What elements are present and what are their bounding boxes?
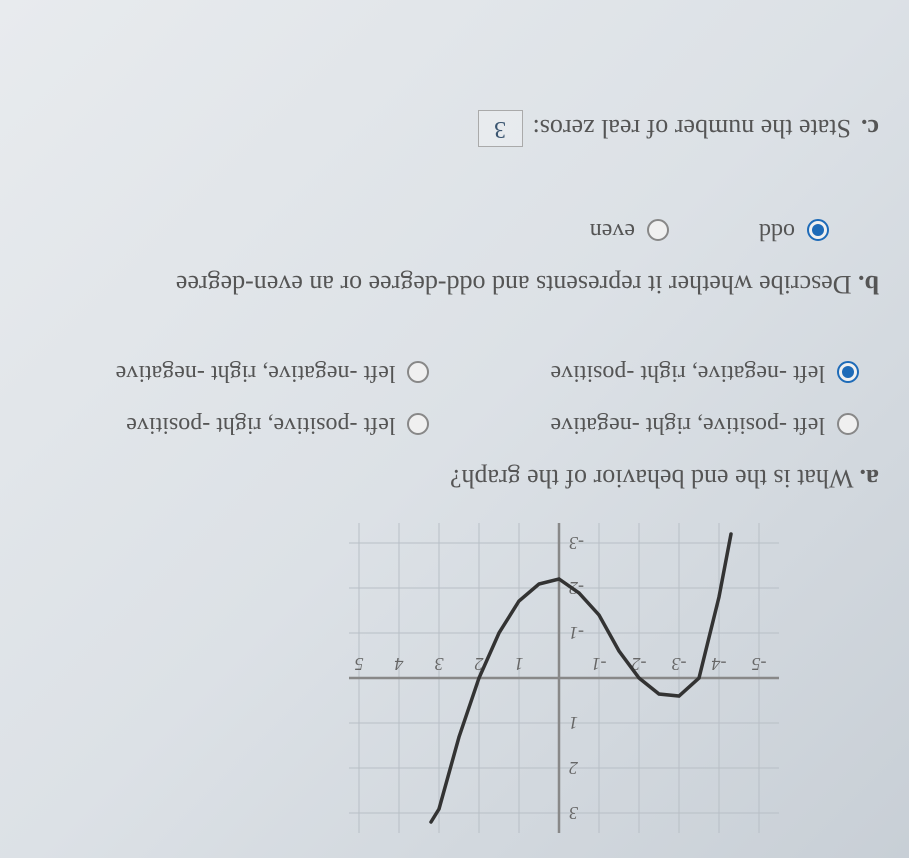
question-c-line: c. State the number of real zeros: 3 bbox=[30, 110, 879, 147]
svg-text:3: 3 bbox=[435, 654, 445, 674]
svg-text:5: 5 bbox=[355, 654, 364, 674]
question-c: c. State the number of real zeros: 3 bbox=[30, 110, 879, 147]
option-label: left -negative, right -negative bbox=[116, 359, 396, 386]
svg-text:-5: -5 bbox=[752, 654, 767, 674]
question-a-label: a. bbox=[860, 464, 880, 493]
option-label: odd bbox=[759, 217, 795, 244]
question-a-text: a. What is the end behavior of the graph… bbox=[30, 463, 879, 493]
option-left-pos-right-pos[interactable]: left -positive, right -positive bbox=[30, 411, 430, 438]
option-even[interactable]: even bbox=[590, 217, 669, 244]
question-a-prompt: What is the end behavior of the graph? bbox=[450, 464, 854, 493]
option-label: even bbox=[590, 217, 635, 244]
svg-text:-1: -1 bbox=[592, 654, 607, 674]
svg-text:2: 2 bbox=[569, 758, 578, 778]
question-c-label: c. bbox=[861, 114, 879, 144]
svg-text:3: 3 bbox=[569, 803, 579, 823]
option-label: left -positive, right -negative bbox=[550, 411, 825, 438]
radio-icon bbox=[837, 414, 859, 436]
svg-text:1: 1 bbox=[569, 713, 578, 733]
svg-text:-3: -3 bbox=[569, 533, 584, 553]
question-a-options: left -positive, right -negative left -po… bbox=[30, 359, 859, 438]
option-left-neg-right-pos[interactable]: left -negative, right -positive bbox=[460, 359, 860, 386]
question-c-prompt: State the number of real zeros: bbox=[533, 114, 851, 144]
question-b: b. Describe whether it represents and od… bbox=[30, 217, 879, 299]
option-odd[interactable]: odd bbox=[759, 217, 829, 244]
option-label: left -positive, right -positive bbox=[126, 411, 395, 438]
svg-text:1: 1 bbox=[515, 654, 524, 674]
radio-icon bbox=[837, 362, 859, 384]
question-b-prompt: Describe whether it represents and odd-d… bbox=[176, 270, 852, 299]
radio-icon bbox=[408, 414, 430, 436]
real-zeros-input[interactable]: 3 bbox=[478, 110, 523, 147]
radio-icon bbox=[807, 220, 829, 242]
radio-icon bbox=[408, 362, 430, 384]
svg-text:-3: -3 bbox=[672, 654, 687, 674]
question-b-options: odd even bbox=[30, 217, 829, 244]
svg-text:-1: -1 bbox=[569, 623, 584, 643]
question-a: a. What is the end behavior of the graph… bbox=[30, 359, 879, 493]
svg-text:4: 4 bbox=[395, 654, 404, 674]
question-b-text: b. Describe whether it represents and od… bbox=[30, 269, 879, 299]
option-left-neg-right-neg[interactable]: left -negative, right -negative bbox=[30, 359, 430, 386]
svg-text:-4: -4 bbox=[712, 654, 727, 674]
radio-icon bbox=[647, 220, 669, 242]
option-label: left -negative, right -positive bbox=[550, 359, 825, 386]
option-left-pos-right-neg[interactable]: left -positive, right -negative bbox=[460, 411, 860, 438]
polynomial-graph: -5 -4 -3 -2 -1 1 2 3 4 5 3 2 1 -1 -2 -3 bbox=[349, 523, 779, 833]
question-b-label: b. bbox=[858, 270, 879, 299]
